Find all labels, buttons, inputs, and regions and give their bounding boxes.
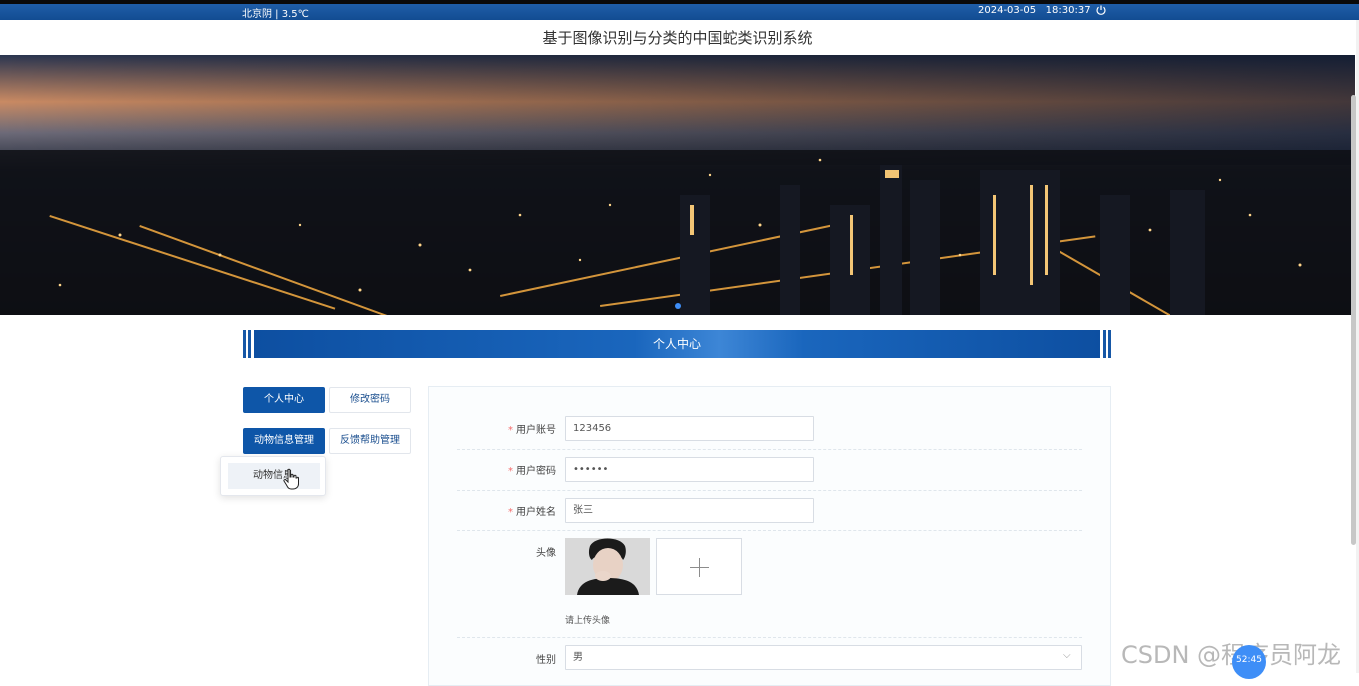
top-bar: 北京阴 | 3.5℃ 2024-03-05 18:30:37	[0, 0, 1359, 20]
gender-label: 性别	[536, 655, 556, 666]
weather-text: 北京阴 | 3.5℃	[242, 9, 309, 20]
avatar-hint: 请上传头像	[565, 616, 611, 626]
chevron-down-icon: ⌵	[1063, 650, 1071, 661]
name-label: * 用户姓名	[508, 507, 556, 518]
floating-timer-badge[interactable]: 52:45	[1232, 645, 1266, 679]
power-icon[interactable]	[1095, 4, 1107, 16]
page-scrollbar[interactable]	[1351, 95, 1356, 545]
password-input[interactable]: ••••••	[565, 457, 814, 482]
avatar-upload-button[interactable]	[656, 538, 742, 595]
hand-cursor-icon	[283, 468, 299, 490]
site-title: 基于图像识别与分类的中国蛇类识别系统	[542, 29, 813, 47]
avatar-image	[565, 538, 650, 595]
dropdown-item-animal-info[interactable]: 动物信息	[228, 463, 320, 489]
password-label: * 用户密码	[508, 466, 556, 477]
menu-profile-button[interactable]: 个人中心	[243, 387, 325, 413]
datetime-text: 2024-03-05 18:30:37	[978, 5, 1091, 16]
menu-feedback-mgmt-button[interactable]: 反馈帮助管理	[329, 428, 411, 454]
city-night-image	[0, 55, 1355, 315]
menu-change-password-button[interactable]: 修改密码	[329, 387, 411, 413]
watermark: CSDN @程序员阿龙	[1121, 641, 1342, 669]
section-title: 个人中心	[254, 330, 1100, 358]
carousel-indicator[interactable]	[675, 303, 681, 309]
hero-banner	[0, 55, 1355, 315]
menu-animal-info-mgmt-button[interactable]: 动物信息管理	[243, 428, 325, 454]
avatar-label: 头像	[536, 548, 556, 559]
animal-info-dropdown: 动物信息	[220, 456, 326, 496]
section-header: 个人中心	[243, 330, 1111, 358]
account-label: * 用户账号	[508, 425, 556, 436]
gender-select[interactable]: 男	[565, 645, 1082, 670]
account-input[interactable]: 123456	[565, 416, 814, 441]
name-input[interactable]: 张三	[565, 498, 814, 523]
